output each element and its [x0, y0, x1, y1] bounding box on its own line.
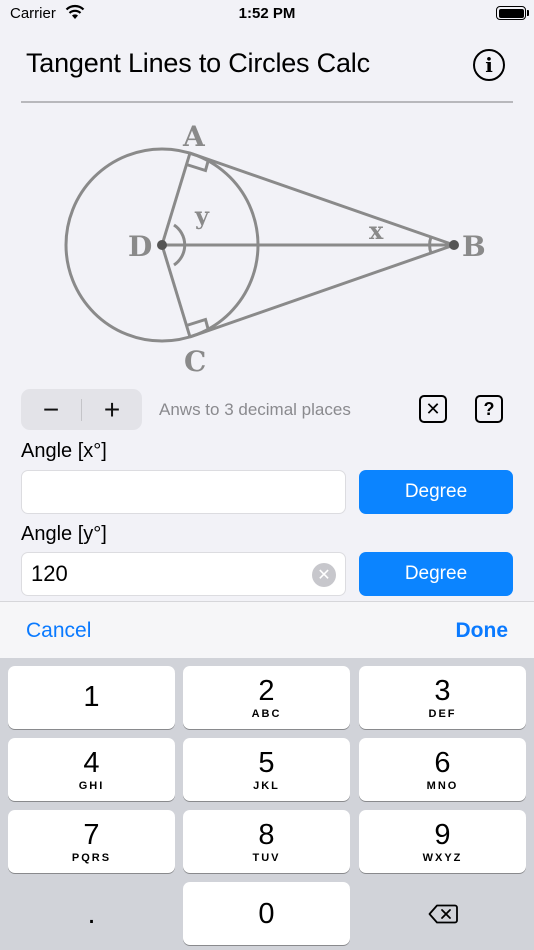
key-digit: 1 — [83, 680, 100, 713]
status-bar: Carrier 1:52 PM — [0, 0, 534, 30]
key-digit: . — [87, 897, 96, 930]
tangent-diagram: A B C D x y — [64, 120, 486, 378]
key-6[interactable]: 6 MNO — [359, 738, 526, 801]
key-1[interactable]: 1 — [8, 666, 175, 729]
done-button[interactable]: Done — [456, 619, 509, 643]
diagram-right-angle-c — [186, 317, 210, 331]
key-digit: 4 — [83, 746, 100, 779]
diagram-label-b: B — [462, 230, 486, 263]
key-letters: WXYZ — [422, 851, 463, 864]
angle-y-value: 120 — [31, 561, 68, 586]
info-icon: i — [485, 53, 493, 77]
diagram-radius-da — [160, 152, 192, 246]
decimal-places-label: Anws to 3 decimal places — [159, 400, 351, 419]
angle-x-label: Angle [x°] — [21, 440, 107, 462]
key-letters: DEF — [428, 707, 457, 720]
decimal-stepper[interactable]: − + — [21, 389, 142, 430]
key-backspace[interactable] — [359, 882, 526, 945]
key-3[interactable]: 3 DEF — [359, 666, 526, 729]
key-digit: 0 — [258, 897, 275, 930]
question-icon: ? — [483, 398, 495, 419]
key-5[interactable]: 5 JKL — [183, 738, 350, 801]
diagram-label-y: y — [194, 201, 210, 230]
key-2[interactable]: 2 ABC — [183, 666, 350, 729]
diagram-label-d: D — [128, 230, 152, 263]
page-title: Tangent Lines to Circles Calc — [26, 48, 370, 78]
key-letters: PQRS — [71, 851, 112, 864]
clear-text-icon[interactable]: ✕ — [312, 563, 336, 587]
diagram-tangent-cb — [189, 243, 455, 339]
key-8[interactable]: 8 TUV — [183, 810, 350, 873]
battery-icon — [496, 6, 526, 20]
header-divider — [21, 101, 513, 103]
help-button[interactable]: ? — [475, 395, 503, 423]
key-letters: TUV — [252, 851, 281, 864]
key-digit: 2 — [258, 674, 275, 707]
diagram-point-b — [449, 240, 459, 250]
diagram-label-a: A — [182, 120, 206, 153]
diagram-right-angle-a — [186, 159, 210, 173]
key-9[interactable]: 9 WXYZ — [359, 810, 526, 873]
key-7[interactable]: 7 PQRS — [8, 810, 175, 873]
diagram-label-x: x — [369, 216, 384, 245]
key-digit: 3 — [434, 674, 451, 707]
info-button[interactable]: i — [473, 49, 505, 81]
diagram-angle-x-arc — [428, 236, 433, 254]
angle-x-degree-button[interactable]: Degree — [359, 470, 513, 514]
key-4[interactable]: 4 GHI — [8, 738, 175, 801]
backspace-icon — [428, 904, 458, 923]
key-decimal[interactable]: . — [8, 882, 175, 945]
keyboard-toolbar: Cancel Done — [0, 601, 534, 658]
key-digit: 6 — [434, 746, 451, 779]
angle-x-input[interactable] — [21, 470, 346, 514]
key-letters: ABC — [251, 707, 282, 720]
cancel-button[interactable]: Cancel — [26, 619, 91, 643]
clock: 1:52 PM — [238, 5, 296, 22]
increment-button[interactable]: + — [82, 389, 142, 430]
number-keypad: 1 2 ABC 3 DEF 4 GHI 5 JKL 6 MNO 7 PQRS 8… — [0, 658, 534, 950]
key-letters: JKL — [253, 779, 280, 792]
key-digit: 9 — [434, 818, 451, 851]
key-digit: 8 — [258, 818, 275, 851]
diagram-label-c: C — [184, 345, 206, 378]
angle-y-label: Angle [y°] — [21, 523, 107, 545]
decrement-button[interactable]: − — [21, 389, 81, 430]
angle-y-input[interactable]: 120 ✕ — [21, 552, 346, 596]
key-letters: MNO — [426, 779, 459, 792]
key-letters: GHI — [78, 779, 105, 792]
close-icon: ✕ — [425, 398, 441, 419]
key-0[interactable]: 0 — [183, 882, 350, 945]
key-digit: 5 — [258, 746, 275, 779]
diagram-radius-dc — [160, 244, 192, 338]
diagram-point-d — [157, 240, 167, 250]
clear-all-button[interactable]: ✕ — [419, 395, 447, 423]
key-digit: 7 — [83, 818, 100, 851]
angle-y-degree-button[interactable]: Degree — [359, 552, 513, 596]
battery-tip — [527, 10, 529, 16]
diagram-tangent-ab — [189, 151, 455, 247]
